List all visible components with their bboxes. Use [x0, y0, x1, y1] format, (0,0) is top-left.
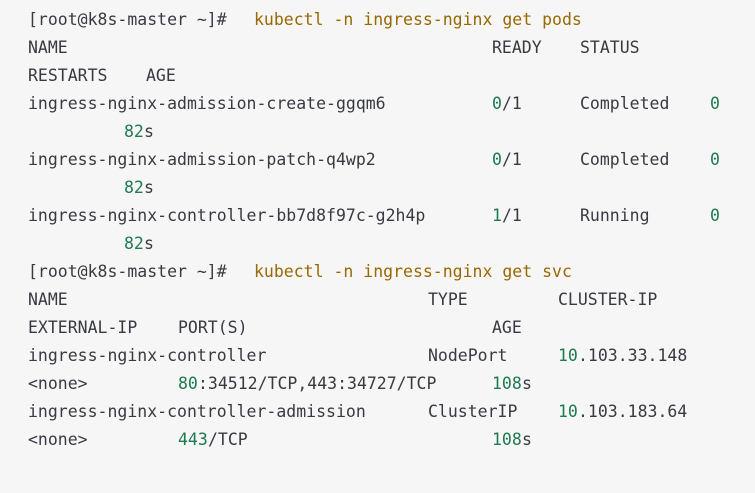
header-external-ip: EXTERNAL-IP [28, 318, 138, 337]
svc-cluster-ip-prefix: 10 [558, 346, 578, 365]
table-row-wrap: 82 s [0, 121, 154, 143]
command-text: kubectl -n ingress-nginx get pods [254, 10, 582, 29]
svc-port-rest: /TCP [208, 430, 248, 449]
header-age: AGE [492, 318, 522, 337]
header-name: NAME [28, 290, 68, 309]
pod-restarts: 0 [710, 150, 720, 169]
pod-status: Completed [580, 94, 670, 113]
svc-port-rest: :34512/TCP,443:34727/TCP [198, 374, 437, 393]
svc-port-first: 80 [178, 374, 198, 393]
svc-header-row-wrap: EXTERNAL-IP PORT(S) AGE [0, 317, 522, 339]
header-age: AGE [146, 66, 176, 85]
shell-prompt: [root@k8s-master ~]# [28, 10, 237, 29]
svc-age-number: 108 [492, 374, 522, 393]
table-row-wrap: <none> 443 /TCP 108 s [0, 429, 532, 451]
pod-age-number: 82 [124, 122, 144, 141]
pod-age-unit: s [144, 178, 154, 197]
svc-cluster-ip-rest: .103.183.64 [578, 402, 688, 421]
shell-prompt: [root@k8s-master ~]# [28, 262, 237, 281]
table-row: ingress-nginx-admission-patch-q4wp2 0 /1… [0, 149, 720, 171]
pods-header-row: NAME READY STATUS [0, 37, 640, 59]
svc-age-unit: s [522, 430, 532, 449]
svc-port-first: 443 [178, 430, 208, 449]
pod-name: ingress-nginx-admission-patch-q4wp2 [28, 150, 376, 169]
header-ports: PORT(S) [178, 318, 248, 337]
command-line-pods: [root@k8s-master ~]# kubectl -n ingress-… [0, 9, 582, 31]
pod-ready-total: /1 [502, 94, 522, 113]
header-status: STATUS [580, 38, 640, 57]
svc-type: NodePort [428, 346, 508, 365]
pod-age-number: 82 [124, 178, 144, 197]
pod-ready-count: 1 [492, 206, 502, 225]
svc-cluster-ip-rest: .103.33.148 [578, 346, 688, 365]
svc-header-row: NAME TYPE CLUSTER-IP [0, 289, 657, 311]
svc-name: ingress-nginx-controller [28, 346, 267, 365]
pod-ready-total: /1 [502, 206, 522, 225]
pods-header-row-wrap: RESTARTS AGE [0, 65, 176, 87]
svc-name: ingress-nginx-controller-admission [28, 402, 366, 421]
header-name: NAME [28, 38, 68, 57]
table-row-wrap: 82 s [0, 233, 154, 255]
pod-age-unit: s [144, 122, 154, 141]
pod-ready-total: /1 [502, 150, 522, 169]
svc-age-unit: s [522, 374, 532, 393]
table-row-wrap: <none> 80 :34512/TCP,443:34727/TCP 108 s [0, 373, 532, 395]
table-row: ingress-nginx-admission-create-ggqm6 0 /… [0, 93, 720, 115]
header-type: TYPE [428, 290, 468, 309]
svc-external-ip: <none> [28, 430, 88, 449]
pod-age-unit: s [144, 234, 154, 253]
command-text: kubectl -n ingress-nginx get svc [254, 262, 572, 281]
terminal-output[interactable]: [root@k8s-master ~]# kubectl -n ingress-… [0, 0, 755, 493]
header-cluster-ip: CLUSTER-IP [558, 290, 658, 309]
table-row: ingress-nginx-controller NodePort 10 .10… [0, 345, 687, 367]
table-row: ingress-nginx-controller-admission Clust… [0, 401, 687, 423]
header-restarts: RESTARTS [28, 66, 108, 85]
pod-restarts: 0 [710, 206, 720, 225]
svc-age-number: 108 [492, 430, 522, 449]
pod-ready-count: 0 [492, 94, 502, 113]
pod-name: ingress-nginx-controller-bb7d8f97c-g2h4p [28, 206, 426, 225]
table-row-wrap: 82 s [0, 177, 154, 199]
table-row: ingress-nginx-controller-bb7d8f97c-g2h4p… [0, 205, 720, 227]
svc-external-ip: <none> [28, 374, 88, 393]
pod-ready-count: 0 [492, 150, 502, 169]
pod-name: ingress-nginx-admission-create-ggqm6 [28, 94, 386, 113]
pod-restarts: 0 [710, 94, 720, 113]
svc-type: ClusterIP [428, 402, 518, 421]
svc-cluster-ip-prefix: 10 [558, 402, 578, 421]
pod-age-number: 82 [124, 234, 144, 253]
header-ready: READY [492, 38, 542, 57]
command-line-svc: [root@k8s-master ~]# kubectl -n ingress-… [0, 261, 572, 283]
pod-status: Running [580, 206, 650, 225]
pod-status: Completed [580, 150, 670, 169]
